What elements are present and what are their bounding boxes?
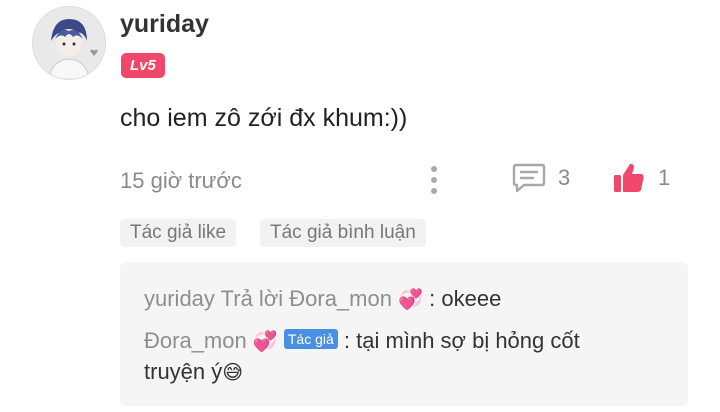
- replies-box: yuriday Trả lời Đora_mon 💞 : okeee Đora_…: [120, 262, 688, 406]
- like-button[interactable]: 1: [612, 160, 670, 196]
- author-badge: Tác giả: [283, 329, 338, 349]
- hearts-emoji-icon: 💞: [398, 289, 423, 311]
- reply-separator: :: [343, 328, 351, 353]
- more-options-button[interactable]: [420, 162, 448, 198]
- more-dot: [431, 188, 437, 194]
- reply-author[interactable]: yuriday Trả lời Đora_mon: [144, 286, 392, 311]
- reply-count: 3: [558, 165, 571, 190]
- timestamp: 15 giờ trước: [120, 168, 242, 193]
- sweat-smile-emoji-icon: 😅: [222, 362, 244, 384]
- avatar-illustration: [33, 7, 105, 79]
- reply-item[interactable]: yuriday Trả lời Đora_mon 💞 : okeee: [144, 284, 501, 315]
- reply-text-line1: tại mình sợ bị hỏng cốt: [356, 328, 580, 353]
- reply-item[interactable]: Đora_mon 💞 Tác giả : tại mình sợ bị hỏng…: [144, 326, 580, 388]
- reply-text: okeee: [441, 286, 502, 311]
- reply-button[interactable]: 3: [512, 160, 570, 196]
- more-dot: [431, 177, 437, 183]
- comment-text: cho iem zô zới đx khum:)): [120, 104, 408, 132]
- avatar[interactable]: [32, 6, 106, 80]
- hearts-emoji-icon: 💞: [252, 331, 278, 353]
- level-badge: Lv5: [121, 53, 165, 78]
- reply-separator: :: [429, 286, 436, 311]
- tag-author-reply[interactable]: Tác giả bình luận: [260, 219, 426, 247]
- reply-text-line2: truyện ý: [144, 359, 223, 384]
- thumbs-up-icon: [614, 163, 644, 192]
- username[interactable]: yuriday: [120, 10, 209, 39]
- comment-icon: [512, 163, 546, 193]
- more-vertical-icon: [431, 166, 437, 172]
- reply-author[interactable]: Đora_mon: [144, 328, 247, 353]
- tag-author-like[interactable]: Tác giả like: [120, 219, 237, 247]
- like-count: 1: [658, 165, 671, 190]
